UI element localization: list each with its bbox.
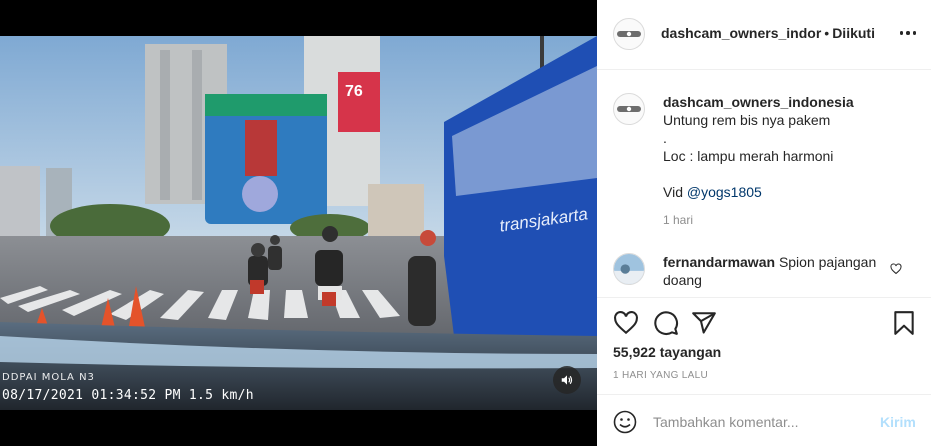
like-button[interactable] — [613, 310, 639, 336]
billboard — [338, 72, 380, 132]
post-sidebar: dashcam_owners_indor • Diikuti dashcam_own… — [597, 0, 931, 446]
dashcam-overlay: DDPAI MOLA N3 08/17/2021 01:34:52 PM 1.5… — [2, 372, 254, 403]
dashcam-brand: DDPAI MOLA N3 — [2, 372, 95, 383]
avatar[interactable] — [613, 93, 645, 125]
billboard-text: 76 — [345, 83, 363, 100]
post-comment-button[interactable]: Kirim — [880, 414, 916, 430]
comment-button[interactable] — [653, 310, 679, 336]
comment-item: fernandarmawan Spion pajangan doang — [613, 253, 923, 293]
speaker-icon — [561, 375, 573, 385]
caption-credit-prefix: Vid — [663, 184, 687, 200]
avatar[interactable] — [613, 18, 645, 50]
dashcam-logo-icon — [617, 31, 641, 37]
save-button[interactable] — [891, 310, 917, 336]
heart-outline-icon — [614, 311, 638, 335]
dashcam-timestamp: 08/17/2021 01:34:52 PM 1.5 km/h — [2, 388, 254, 403]
caption-timestamp[interactable]: 1 hari — [663, 211, 913, 229]
emoji-button[interactable] — [613, 410, 637, 434]
add-comment-bar: Kirim — [597, 394, 931, 446]
header-username-link[interactable]: dashcam_owners_indor — [661, 25, 821, 41]
heart-outline-icon — [890, 263, 902, 275]
post-time-ago[interactable]: 1 HARI YANG LALU — [613, 370, 708, 381]
more-horizontal-icon — [899, 31, 904, 35]
more-options-button[interactable] — [897, 25, 919, 41]
post-media[interactable]: 76 transjakarta DDPAI MOLA N3 08/17/2021… — [0, 0, 597, 446]
avatar[interactable] — [613, 253, 645, 285]
comment-text: fernandarmawan Spion pajangan doang — [663, 253, 888, 289]
caption-username-link[interactable]: dashcam_owners_indonesia — [663, 93, 913, 111]
post-header: dashcam_owners_indor • Diikuti — [597, 0, 931, 70]
caption-line: . — [663, 130, 667, 146]
profile-photo-icon — [614, 254, 644, 284]
action-bar — [613, 310, 917, 336]
follow-status-button[interactable]: Diikuti — [832, 25, 875, 41]
divider — [597, 297, 931, 298]
traffic-light-glare — [242, 176, 278, 212]
header-line: dashcam_owners_indor • Diikuti — [661, 25, 875, 41]
view-count[interactable]: 55,922 tayangan — [613, 344, 721, 360]
comment-like-button[interactable] — [890, 262, 904, 276]
emoji-smile-icon — [613, 410, 637, 434]
sound-toggle-button[interactable] — [553, 366, 581, 394]
motorcycle — [268, 235, 282, 270]
share-button[interactable] — [691, 310, 717, 336]
comment-username-link[interactable]: fernandarmawan — [663, 254, 775, 270]
comment-input[interactable] — [653, 409, 863, 435]
dashcam-logo-icon — [617, 106, 641, 112]
caption-line: Untung rem bis nya pakem — [663, 112, 831, 128]
caption-text: dashcam_owners_indonesia Untung rem bis … — [663, 93, 913, 229]
bookmark-icon — [894, 311, 914, 335]
dashcam-video[interactable]: 76 transjakarta — [0, 36, 597, 410]
caption-line: Loc : lampu merah harmoni — [663, 148, 834, 164]
separator-dot: • — [824, 25, 830, 41]
paper-plane-icon — [692, 312, 716, 334]
caption-credit: Vid @yogs1805 — [663, 183, 913, 201]
mention-link[interactable]: @yogs1805 — [687, 184, 762, 200]
comment-bubble-icon — [654, 311, 678, 335]
